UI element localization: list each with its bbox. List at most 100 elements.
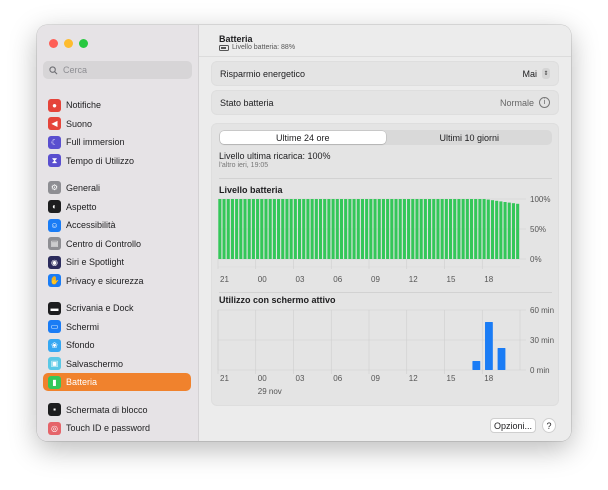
zoom-button[interactable] xyxy=(79,39,88,48)
accessibility-icon: ☺ xyxy=(48,218,61,232)
hourglass-icon: ⧗ xyxy=(48,154,61,168)
sidebar-item-tempo-di-utilizzo[interactable]: ⧗ Tempo di Utilizzo xyxy=(43,152,191,170)
battery-status-value: Normale xyxy=(499,97,534,108)
battery-level-text: Livello batteria: 88% xyxy=(232,44,296,51)
battery-level-bar xyxy=(314,199,318,259)
close-button[interactable] xyxy=(49,39,58,48)
search-icon xyxy=(49,65,58,74)
sidebar-item-notifiche[interactable]: ● Notifiche xyxy=(43,96,191,114)
search-input[interactable]: Cerca xyxy=(43,61,192,79)
section-divider xyxy=(219,292,552,293)
screen-usage-chart-title: Utilizzo con schermo attivo xyxy=(219,295,336,305)
battery-level-bar xyxy=(323,199,327,259)
sidebar-item-label: Schermi xyxy=(66,321,100,332)
battery-level-bar xyxy=(482,199,486,259)
battery-level-bar xyxy=(428,199,432,259)
battery-level-bar xyxy=(469,199,474,259)
battery-level-bar xyxy=(448,199,453,259)
sidebar-item-scrivania-dock[interactable]: ▬ Scrivania e Dock xyxy=(43,299,191,317)
battery-level-bar xyxy=(335,199,339,259)
battery-level-bar xyxy=(281,199,285,259)
battery-level-bar xyxy=(440,199,444,259)
x-tick-label: 00 xyxy=(258,275,267,284)
sidebar-item-suono[interactable]: ◀ Suono xyxy=(43,115,191,133)
energy-saving-row: Risparmio energetico Mai ⇕ xyxy=(211,61,559,86)
battery-level-bar xyxy=(239,199,243,259)
y-tick-label: 50% xyxy=(530,225,546,234)
battery-level-bar xyxy=(339,199,344,259)
x-tick-label: 06 xyxy=(333,374,342,383)
hand-icon: ✋ xyxy=(48,274,61,288)
options-button[interactable]: Opzioni... xyxy=(490,418,536,433)
sidebar-item-accessibilita[interactable]: ☺ Accessibilità xyxy=(43,216,191,234)
time-range-segmented-control: Ultime 24 ore Ultimi 10 giorni xyxy=(219,130,552,145)
battery-level-bar xyxy=(293,199,297,259)
sidebar-item-label: Full immersion xyxy=(66,137,125,148)
battery-level-bar xyxy=(251,199,255,259)
y-tick-label: 100% xyxy=(530,196,550,204)
battery-icon: ▮ xyxy=(48,375,61,389)
x-tick-label: 06 xyxy=(333,275,342,284)
battery-level-bar xyxy=(465,199,469,259)
battery-level-bar xyxy=(230,199,234,259)
sidebar-item-privacy[interactable]: ✋ Privacy e sicurezza xyxy=(43,272,191,290)
battery-level-bar xyxy=(373,199,377,259)
page-title: Batteria xyxy=(219,34,253,44)
battery-level-bar xyxy=(264,199,268,259)
bell-icon: ● xyxy=(48,98,61,112)
x-tick-label: 00 xyxy=(258,374,267,383)
sidebar-item-label: Notifiche xyxy=(66,100,102,110)
y-tick-label: 0% xyxy=(530,255,542,264)
sidebar-item-aspetto[interactable]: ◐ Aspetto xyxy=(43,198,191,216)
sidebar-item-siri[interactable]: ◉ Siri e Spotlight xyxy=(43,253,191,271)
sidebar-item-label: Centro di Controllo xyxy=(66,238,142,249)
battery-level-chart: 100% 50% 0% 21 00 03 06 09 12 15 18 xyxy=(217,196,550,284)
energy-saving-value: Mai xyxy=(522,68,537,79)
sidebar-item-touch-id[interactable]: ◎ Touch ID e password xyxy=(43,419,191,437)
battery-level-bar xyxy=(436,199,440,259)
battery-level-bar xyxy=(411,199,415,259)
sidebar-item-schermata-di-blocco[interactable]: ▪ Schermata di blocco xyxy=(43,401,191,419)
battery-level-bar xyxy=(478,199,482,259)
battery-level-bar xyxy=(297,199,302,259)
header-divider xyxy=(199,56,571,57)
x-tick-label: 18 xyxy=(484,374,493,383)
battery-level-bar xyxy=(327,199,331,259)
tab-ultime-24-ore[interactable]: Ultime 24 ore xyxy=(220,131,386,144)
screen-usage-bar xyxy=(472,361,481,370)
x-tick-label: 15 xyxy=(447,374,456,383)
speaker-icon: ◀ xyxy=(48,117,61,131)
window-controls xyxy=(49,39,88,48)
sidebar-item-label: Generali xyxy=(66,182,101,193)
battery-level-subtitle: Livello batteria: 88% xyxy=(219,44,295,51)
battery-icon xyxy=(219,44,229,51)
sidebar-item-label: Scrivania e Dock xyxy=(66,303,134,313)
sidebar-item-sfondo[interactable]: ❀ Sfondo xyxy=(43,336,191,354)
energy-saving-label: Risparmio energetico xyxy=(220,68,306,79)
battery-level-bar xyxy=(490,200,495,259)
battery-level-bar xyxy=(495,200,499,259)
sidebar-item-label: Schermata di blocco xyxy=(66,404,148,415)
sidebar-item-label: Sfondo xyxy=(66,340,95,351)
sidebar-item-centro-di-controllo[interactable]: ▤ Centro di Controllo xyxy=(43,235,191,253)
sidebar-item-batteria[interactable]: ▮ Batteria xyxy=(43,373,191,392)
sidebar-item-full-immersion[interactable]: ☾ Full immersion xyxy=(43,133,191,151)
x-tick-label: 09 xyxy=(371,275,380,284)
x-tick-label: 18 xyxy=(484,275,493,284)
info-icon[interactable]: i xyxy=(539,97,550,108)
battery-level-bar xyxy=(507,202,511,259)
chevron-updown-icon: ⇕ xyxy=(542,68,550,79)
sidebar-item-schermi[interactable]: ▭ Schermi xyxy=(43,318,191,336)
energy-saving-popup[interactable]: Mai ⇕ xyxy=(522,68,550,79)
sidebar-item-salvaschermo[interactable]: ▣ Salvaschermo xyxy=(43,355,191,373)
y-tick-label: 0 min xyxy=(530,366,550,375)
minimize-button[interactable] xyxy=(64,39,73,48)
sidebar-item-generali[interactable]: ⚙ Generali xyxy=(43,179,191,197)
help-button[interactable]: ? xyxy=(542,418,556,433)
last-charge-level: Livello ultima ricarica: 100% xyxy=(219,151,331,161)
battery-level-bar xyxy=(423,199,427,259)
fingerprint-icon: ◎ xyxy=(48,421,61,435)
battery-level-bar xyxy=(407,199,411,259)
tab-ultimi-10-giorni[interactable]: Ultimi 10 giorni xyxy=(387,130,553,145)
battery-level-bar xyxy=(256,199,260,259)
